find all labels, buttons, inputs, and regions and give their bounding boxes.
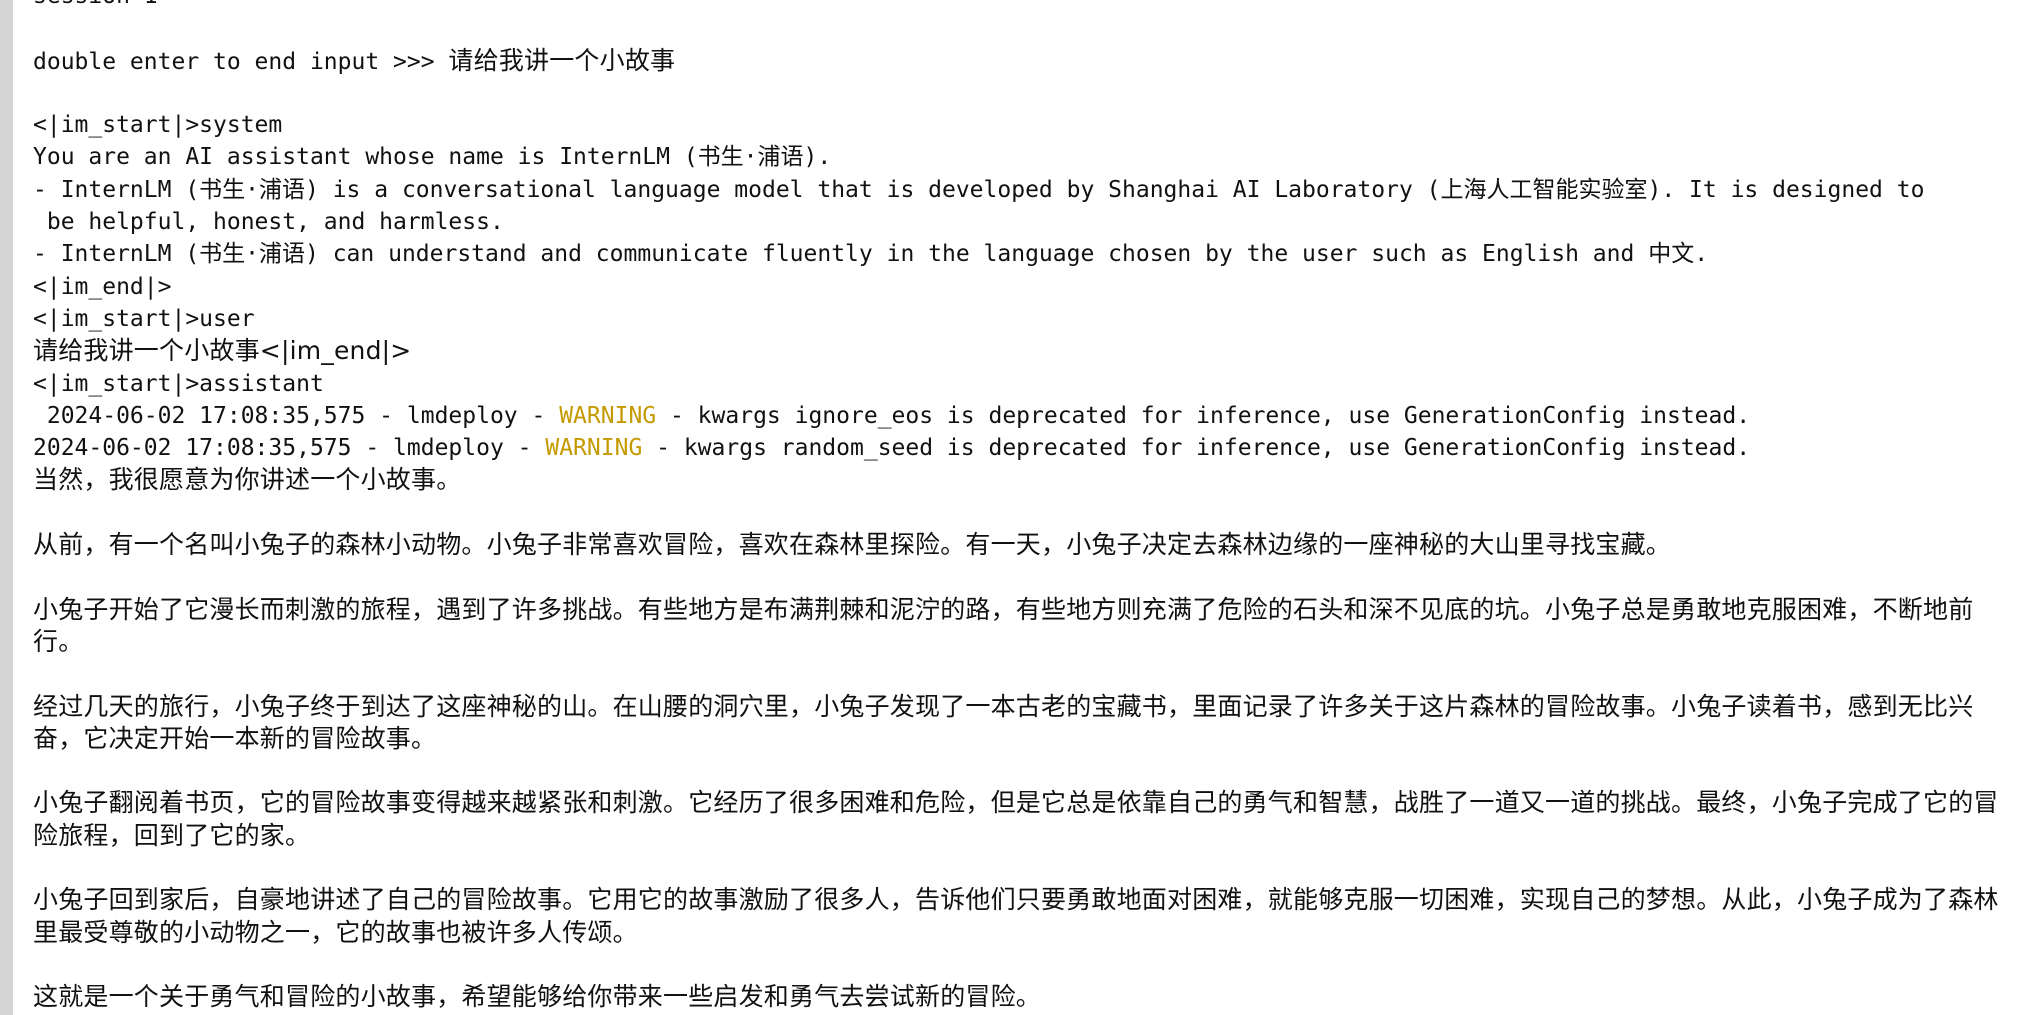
log-line-1: 2024-06-02 17:08:35,575 - lmdeploy - WAR… bbox=[33, 400, 2018, 432]
session-line: session 1 bbox=[33, 0, 2018, 12]
user-input: 请给我讲一个小故事 bbox=[448, 45, 676, 75]
assistant-response: 当然，我很愿意为你讲述一个小故事。 从前，有一个名叫小兔子的森林小动物。小兔子非… bbox=[33, 464, 2003, 1013]
story-paragraph: 当然，我很愿意为你讲述一个小故事。 bbox=[33, 465, 462, 495]
story-paragraph: 小兔子翻阅着书页，它的冒险故事变得越来越紧张和刺激。它经历了很多困难和危险，但是… bbox=[33, 788, 1999, 850]
terminal-window: session 1 double enter to end input >>> … bbox=[0, 0, 2027, 1015]
log-1-message: - kwargs ignore_eos is deprecated for in… bbox=[656, 402, 1751, 429]
log-2-message: - kwargs random_seed is deprecated for i… bbox=[642, 435, 1751, 462]
story-paragraph: 小兔子开始了它漫长而刺激的旅程，遇到了许多挑战。有些地方是布满荆棘和泥泞的路，有… bbox=[33, 594, 1974, 656]
story-paragraph: 小兔子回到家后，自豪地讲述了自己的冒险故事。它用它的故事激励了很多人，告诉他们只… bbox=[33, 885, 1999, 947]
story-paragraph: 经过几天的旅行，小兔子终于到达了这座神秘的山。在山腰的洞穴里，小兔子发现了一本古… bbox=[33, 691, 1974, 753]
log-line-2: 2024-06-02 17:08:35,575 - lmdeploy - WAR… bbox=[33, 432, 2018, 464]
user-message: 请给我讲一个小故事<|im_end|> bbox=[33, 336, 412, 366]
story-paragraph: 这就是一个关于勇气和冒险的小故事，希望能够给你带来一些启发和勇气去尝试新的冒险。 bbox=[33, 982, 1042, 1012]
system-end-tag: <|im_end|> bbox=[33, 273, 172, 300]
terminal-output[interactable]: session 1 double enter to end input >>> … bbox=[33, 0, 2018, 1014]
log-2-prefix: 2024-06-02 17:08:35,575 - lmdeploy - bbox=[33, 435, 546, 462]
input-prompt: double enter to end input >>> bbox=[33, 48, 449, 75]
system-line-3: be helpful, honest, and harmless. bbox=[33, 209, 504, 236]
system-line-4: - InternLM (书生·浦语) can understand and co… bbox=[33, 241, 1709, 268]
input-prompt-line: double enter to end input >>> 请给我讲一个小故事 bbox=[33, 45, 2018, 77]
log-1-warning-level: WARNING bbox=[559, 402, 657, 429]
window-left-border bbox=[0, 0, 13, 1015]
system-line-1: You are an AI assistant whose name is In… bbox=[33, 144, 832, 171]
user-start-tag: <|im_start|>user bbox=[33, 305, 255, 332]
log-2-warning-level: WARNING bbox=[545, 435, 643, 462]
log-1-prefix: 2024-06-02 17:08:35,575 - lmdeploy - bbox=[33, 402, 560, 429]
system-start-tag: <|im_start|>system bbox=[33, 112, 283, 139]
system-line-2: - InternLM (书生·浦语) is a conversational l… bbox=[33, 176, 1925, 203]
assistant-start-tag: <|im_start|>assistant bbox=[33, 370, 324, 397]
story-paragraph: 从前，有一个名叫小兔子的森林小动物。小兔子非常喜欢冒险，喜欢在森林里探险。有一天… bbox=[33, 530, 1672, 560]
